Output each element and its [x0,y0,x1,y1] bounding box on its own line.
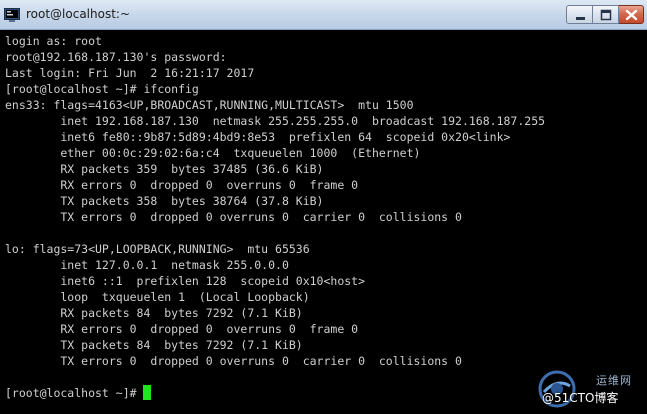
terminal-line: inet6 ::1 prefixlen 128 scopeid 0x10<hos… [5,274,366,288]
prompt-text: [root@localhost ~]# [5,386,144,400]
terminal-line: ens33: flags=4163<UP,BROADCAST,RUNNING,M… [5,98,414,112]
putty-terminal-icon[interactable] [4,7,20,22]
terminal-window: root@localhost:~ login as: root root@192… [0,0,647,414]
terminal-line: TX errors 0 dropped 0 overruns 0 carrier… [5,210,462,224]
close-icon [625,9,638,21]
text-cursor [143,385,152,400]
terminal-line: lo: flags=73<UP,LOOPBACK,RUNNING> mtu 65… [5,242,310,256]
terminal-line: TX packets 358 bytes 38764 (37.8 KiB) [5,194,324,208]
minimize-button[interactable] [566,5,593,24]
terminal-line: loop txqueuelen 1 (Local Loopback) [5,290,310,304]
watermark-bottom-text: @51CTO博客 [542,391,619,405]
terminal-line: RX errors 0 dropped 0 overruns 0 frame 0 [5,322,359,336]
watermark-top-text: 运维网 [596,374,632,387]
close-button[interactable] [619,5,644,24]
terminal-line: login as: root [5,34,102,48]
window-title: root@localhost:~ [26,7,131,21]
terminal-line: RX packets 359 bytes 37485 (36.6 KiB) [5,162,324,176]
terminal-line: RX packets 84 bytes 7292 (7.1 KiB) [5,306,303,320]
title-bar[interactable]: root@localhost:~ [0,0,647,30]
prompt-line: [root@localhost ~]# [5,385,545,401]
maximize-button[interactable] [593,5,619,24]
watermark: 运维网 @51CTO博客 [538,366,642,410]
terminal-line: [root@localhost ~]# ifconfig [5,82,199,96]
terminal-line: RX errors 0 dropped 0 overruns 0 frame 0 [5,178,359,192]
terminal-line: root@192.168.187.130's password: [5,50,227,64]
terminal-line: TX errors 0 dropped 0 overruns 0 carrier… [5,354,462,368]
minimize-icon [576,17,585,20]
terminal-line: inet6 fe80::9b87:5d89:4bd9:8e53 prefixle… [5,130,511,144]
terminal-line: ether 00:0c:29:02:6a:c4 txqueuelen 1000 … [5,146,421,160]
terminal-line: TX packets 84 bytes 7292 (7.1 KiB) [5,338,303,352]
terminal-lines: login as: root root@192.168.187.130's pa… [5,33,545,401]
terminal-line: inet 192.168.187.130 netmask 255.255.255… [5,114,546,128]
terminal-output[interactable]: login as: root root@192.168.187.130's pa… [0,30,647,414]
terminal-line: Last login: Fri Jun 2 16:21:17 2017 [5,66,255,80]
maximize-icon [600,9,612,21]
terminal-line: inet 127.0.0.1 netmask 255.0.0.0 [5,258,289,272]
